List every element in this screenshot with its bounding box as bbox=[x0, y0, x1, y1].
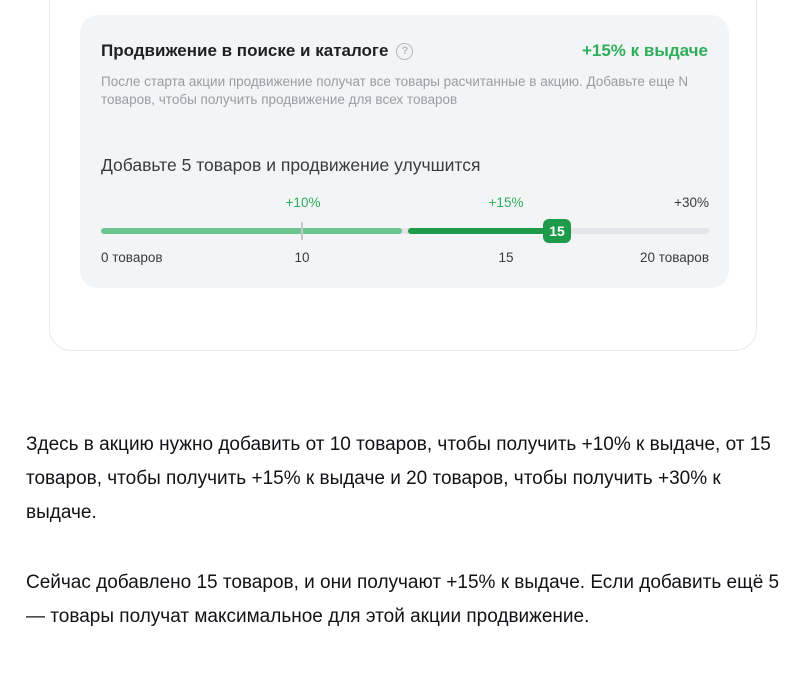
progress-fill-tier-2 bbox=[408, 228, 557, 234]
promo-description: После старта акции продвижение получат в… bbox=[101, 74, 689, 107]
tier-label-15: +15% bbox=[488, 195, 524, 210]
help-icon[interactable]: ? bbox=[396, 42, 414, 60]
tier-label-20: +30% bbox=[674, 195, 709, 210]
progress-fill-tier-1 bbox=[101, 228, 402, 234]
axis-label-20: 20 товаров bbox=[639, 250, 709, 265]
axis-label-10: 10 bbox=[294, 250, 310, 265]
promo-card: Продвижение в поиске и каталоге ? +15% к… bbox=[80, 15, 729, 288]
tier-label-10: +10% bbox=[285, 195, 321, 210]
axis-label-15: 15 bbox=[498, 250, 514, 265]
axis-label-0: 0 товаров bbox=[101, 250, 163, 265]
explanation-paragraph-2: Сейчас добавлено 15 товаров, и они получ… bbox=[26, 572, 780, 627]
promo-title: Продвижение в поиске и каталоге ? bbox=[101, 41, 414, 61]
promo-boost-badge: +15% к выдаче bbox=[581, 41, 708, 60]
promo-title-text: Продвижение в поиске и каталоге bbox=[101, 41, 389, 60]
tier-divider bbox=[301, 222, 303, 240]
progress-thumb[interactable]: 15 bbox=[543, 219, 571, 243]
add-more-hint: Добавьте 5 товаров и продвижение улучшит… bbox=[101, 155, 481, 175]
explanation-paragraph-1: Здесь в акцию нужно добавить от 10 товар… bbox=[26, 434, 771, 523]
promo-progress: +10% +15% +30% 15 0 товаров 10 15 20 тов… bbox=[101, 195, 709, 267]
